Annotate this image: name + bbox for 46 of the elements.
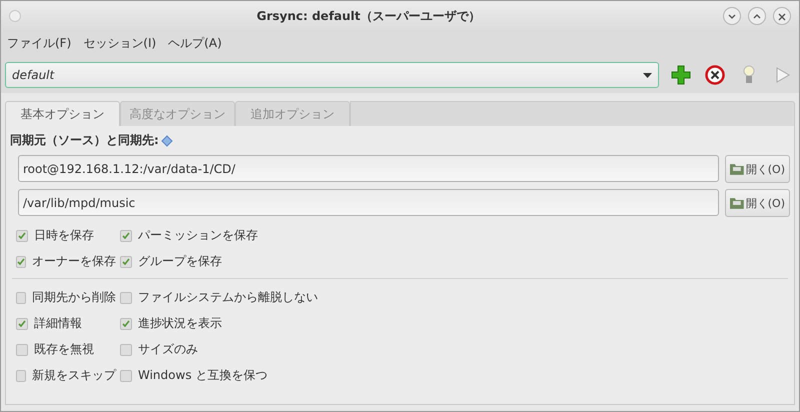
cross-circle-icon bbox=[705, 65, 725, 85]
close-button[interactable] bbox=[773, 7, 791, 25]
chevron-down-icon bbox=[727, 12, 737, 20]
menu-item[interactable]: ファイル(F) bbox=[7, 35, 72, 53]
menu-item[interactable]: セッション(I) bbox=[83, 35, 156, 53]
window-title: Grsync: default（スーパーユーザで） bbox=[256, 8, 482, 24]
option-checkbox[interactable]: グループを保存 bbox=[120, 253, 258, 270]
check-icon bbox=[18, 320, 26, 328]
add-button[interactable] bbox=[669, 63, 693, 87]
lightbulb-icon bbox=[743, 65, 755, 85]
option-checkbox[interactable]: Windows と互換を保つ bbox=[120, 367, 318, 384]
section-heading: 同期元（ソース）と同期先: bbox=[10, 132, 159, 149]
check-icon bbox=[122, 320, 130, 328]
delete-button[interactable] bbox=[703, 63, 727, 87]
option-checkbox[interactable]: ファイルシステムから離脱しない bbox=[120, 289, 318, 306]
check-icon bbox=[122, 232, 130, 240]
close-icon bbox=[777, 12, 787, 20]
minimize-button[interactable] bbox=[723, 7, 741, 25]
open-button[interactable]: 開く(O) bbox=[725, 155, 790, 183]
option-checkbox[interactable]: サイズのみ bbox=[120, 341, 318, 358]
option-checkbox[interactable]: 詳細情報 bbox=[16, 315, 116, 332]
check-icon bbox=[18, 232, 26, 240]
tab[interactable]: 基本オプション bbox=[5, 101, 120, 126]
option-checkbox[interactable]: 同期先から削除 bbox=[16, 289, 116, 306]
option-checkbox[interactable]: 進捗状況を表示 bbox=[120, 315, 318, 332]
window-dot-icon bbox=[9, 10, 21, 22]
path-field[interactable]: /var/lib/mpd/music bbox=[18, 189, 719, 216]
folder-icon bbox=[730, 197, 744, 209]
option-checkbox[interactable]: パーミッションを保存 bbox=[120, 227, 258, 244]
option-checkbox[interactable]: 新規をスキップ bbox=[16, 367, 116, 384]
session-dropdown[interactable]: default bbox=[5, 62, 659, 88]
open-button[interactable]: 開く(O) bbox=[725, 189, 790, 217]
menu-item[interactable]: ヘルプ(A) bbox=[168, 35, 222, 53]
option-checkbox[interactable]: 日時を保存 bbox=[16, 227, 116, 244]
check-icon bbox=[122, 258, 130, 266]
option-checkbox[interactable]: 既存を無視 bbox=[16, 341, 116, 358]
play-icon bbox=[776, 67, 790, 83]
diamond-icon bbox=[160, 134, 173, 146]
caret-icon bbox=[643, 72, 652, 78]
path-field[interactable]: root@192.168.1.12:/var/data-1/CD/ bbox=[18, 155, 719, 182]
check-icon bbox=[17, 258, 25, 266]
folder-icon bbox=[730, 163, 744, 175]
option-checkbox[interactable]: オーナーを保存 bbox=[16, 253, 116, 270]
maximize-button[interactable] bbox=[748, 7, 766, 25]
plus-icon bbox=[671, 65, 691, 85]
chevron-up-icon bbox=[752, 12, 762, 20]
